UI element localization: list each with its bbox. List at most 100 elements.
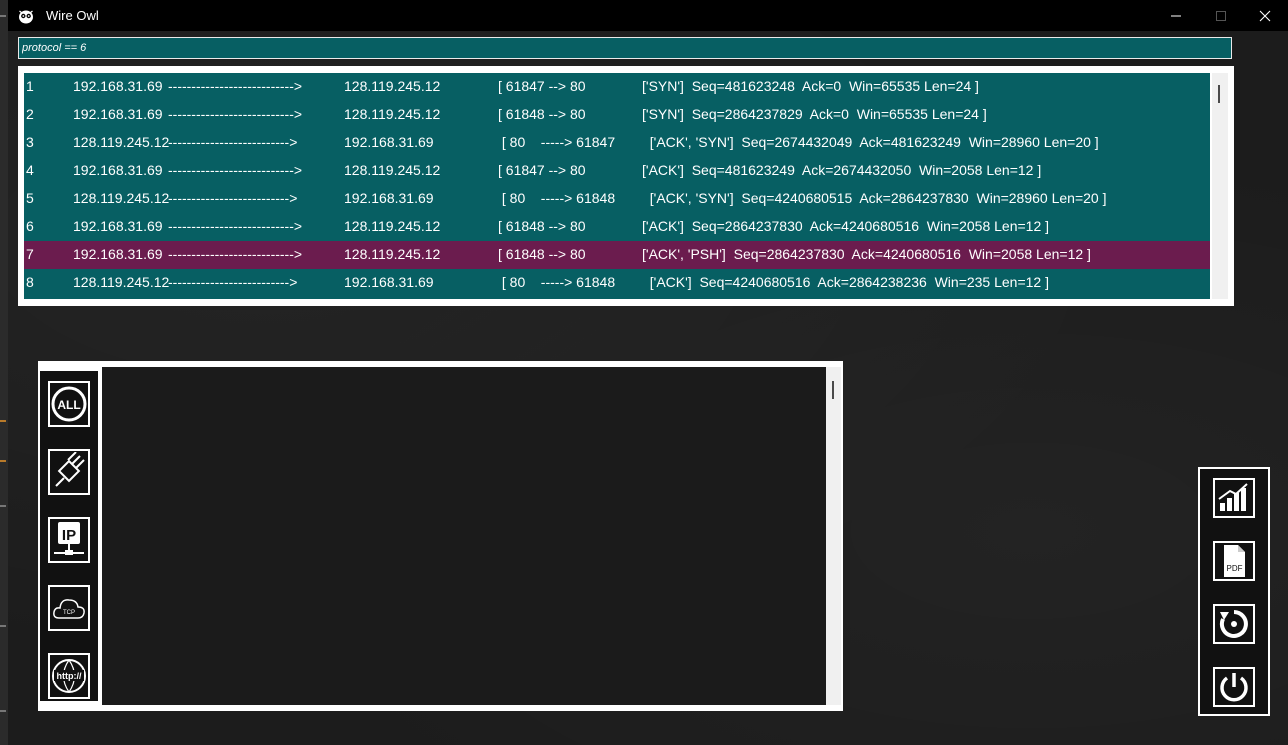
table-row[interactable]: 1 192.168.31.69 --------------------------…	[24, 73, 1210, 101]
tcp-flags-info: ['ACK'] Seq=481623249 Ack=2674432050 Win…	[642, 162, 1042, 178]
protocol-panel: ALL IP TCP http://	[38, 361, 843, 711]
tcp-flags-info: ['SYN'] Seq=481623248 Ack=0 Win=65535 Le…	[642, 78, 979, 94]
tcp-cloud-icon: TCP	[53, 599, 85, 619]
destination-address: 128.119.245.12	[344, 246, 441, 262]
table-row[interactable]: 4 192.168.31.69 --------------------------…	[24, 157, 1210, 185]
export-pdf-button[interactable]: PDF	[1213, 541, 1255, 581]
source-address: 128.119.245.12	[73, 274, 170, 290]
source-address: 192.168.31.69	[73, 246, 163, 262]
source-address: 192.168.31.69	[73, 218, 163, 234]
packet-number: 1	[26, 78, 34, 94]
destination-address: 192.168.31.69	[344, 134, 434, 150]
owl-app-icon	[19, 10, 33, 23]
http-filter-button[interactable]: http://	[48, 653, 90, 699]
tcp-flags-info: ['ACK', 'SYN'] Seq=4240680515 Ack=286423…	[642, 190, 1107, 206]
destination-address: 192.168.31.69	[344, 274, 434, 290]
direction-arrow: --------------------------->	[168, 106, 303, 122]
port-info: [ 61847 --> 80	[498, 78, 586, 94]
packet-number: 6	[26, 218, 34, 234]
direction-arrow: --------------------------->	[168, 218, 303, 234]
destination-address: 128.119.245.12	[344, 162, 441, 178]
detail-scrollbar[interactable]	[826, 367, 841, 705]
svg-text:http://: http://	[57, 671, 82, 681]
statistics-button[interactable]	[1213, 478, 1255, 518]
packet-number: 8	[26, 274, 34, 290]
packet-list-scrollbar[interactable]	[1212, 73, 1228, 299]
source-address: 128.119.245.12	[73, 134, 170, 150]
tcp-flags-info: ['ACK', 'PSH'] Seq=2864237830 Ack=424068…	[642, 246, 1091, 262]
tcp-flags-info: ['ACK', 'SYN'] Seq=2674432049 Ack=481623…	[642, 134, 1099, 150]
http-globe-icon: http://	[52, 659, 86, 693]
direction-arrow: --------------------------->	[168, 246, 303, 262]
svg-text:ALL: ALL	[57, 398, 80, 412]
ethernet-filter-button[interactable]	[48, 449, 90, 495]
tcp-flags-info: ['SYN'] Seq=2864237829 Ack=0 Win=65535 L…	[642, 106, 987, 122]
direction-arrow: -------------------------->	[168, 274, 298, 290]
all-icon: ALL	[51, 386, 87, 422]
packet-number: 4	[26, 162, 34, 178]
ip-filter-button[interactable]: IP	[48, 517, 90, 563]
tcp-filter-button[interactable]: TCP	[48, 585, 90, 631]
scrollbar-thumb[interactable]	[832, 381, 834, 399]
table-row[interactable]: 7 192.168.31.69 --------------------------…	[24, 241, 1210, 269]
ethernet-cable-icon	[55, 452, 85, 487]
destination-address: 128.119.245.12	[344, 78, 441, 94]
source-address: 192.168.31.69	[73, 106, 163, 122]
table-row[interactable]: 2 192.168.31.69 --------------------------…	[24, 101, 1210, 129]
packet-rows: 1 192.168.31.69 --------------------------…	[24, 73, 1210, 299]
table-row[interactable]: 5 128.119.245.12 -------------------------…	[24, 185, 1210, 213]
pdf-file-icon: PDF	[1224, 545, 1245, 577]
svg-text:IP: IP	[62, 527, 76, 544]
packet-number: 7	[26, 246, 34, 262]
destination-address: 128.119.245.12	[344, 218, 441, 234]
packet-number: 3	[26, 134, 34, 150]
table-row[interactable]: 8 128.119.245.12 -------------------------…	[24, 269, 1210, 297]
port-info: [ 61848 --> 80	[498, 246, 586, 262]
table-row[interactable]: 3 128.119.245.12 -------------------------…	[24, 129, 1210, 157]
title-bar: Wire Owl	[8, 0, 1288, 31]
svg-text:TCP: TCP	[63, 610, 75, 616]
restart-icon	[1219, 610, 1248, 638]
source-address: 192.168.31.69	[73, 162, 163, 178]
tool-panel: PDF	[1198, 467, 1270, 716]
destination-address: 192.168.31.69	[344, 190, 434, 206]
packet-number: 5	[26, 190, 34, 206]
restart-button[interactable]	[1213, 604, 1255, 644]
desktop-edge	[0, 0, 8, 745]
table-row[interactable]: 6 192.168.31.69 --------------------------…	[24, 213, 1210, 241]
all-filter-button[interactable]: ALL	[48, 381, 90, 427]
port-info: [ 61848 --> 80	[498, 218, 586, 234]
minimize-button[interactable]	[1153, 0, 1199, 31]
tcp-flags-info: ['ACK'] Seq=4240680516 Ack=2864238236 Wi…	[642, 274, 1049, 290]
port-info: [ 61848 --> 80	[498, 106, 586, 122]
direction-arrow: -------------------------->	[168, 190, 298, 206]
power-icon	[1220, 673, 1248, 702]
scrollbar-thumb[interactable]	[1218, 85, 1220, 103]
port-info: [ 61847 --> 80	[498, 162, 586, 178]
packet-list: 1 192.168.31.69 --------------------------…	[18, 66, 1234, 306]
close-button[interactable]	[1242, 0, 1288, 31]
packet-number: 2	[26, 106, 34, 122]
destination-address: 128.119.245.12	[344, 106, 441, 122]
minimize-icon	[1171, 15, 1181, 16]
close-icon	[1259, 10, 1271, 21]
maximize-button[interactable]	[1198, 0, 1244, 31]
ip-network-icon: IP	[54, 522, 84, 555]
direction-arrow: --------------------------->	[168, 162, 303, 178]
window-title: Wire Owl	[46, 8, 99, 23]
svg-text:PDF: PDF	[1227, 564, 1243, 573]
source-address: 128.119.245.12	[73, 190, 170, 206]
protocol-filter-bar: ALL IP TCP http://	[40, 371, 98, 701]
maximize-icon	[1216, 10, 1226, 21]
source-address: 192.168.31.69	[73, 78, 163, 94]
direction-arrow: --------------------------->	[168, 78, 303, 94]
filter-input[interactable]	[18, 37, 1232, 59]
port-info: [ 80 -----> 61848	[498, 190, 616, 206]
direction-arrow: -------------------------->	[168, 134, 298, 150]
packet-detail-area[interactable]	[102, 367, 826, 705]
power-button[interactable]	[1213, 667, 1255, 707]
bar-chart-icon	[1218, 483, 1248, 511]
port-info: [ 80 -----> 61847	[498, 134, 616, 150]
port-info: [ 80 -----> 61848	[498, 274, 616, 290]
tcp-flags-info: ['ACK'] Seq=2864237830 Ack=4240680516 Wi…	[642, 218, 1050, 234]
